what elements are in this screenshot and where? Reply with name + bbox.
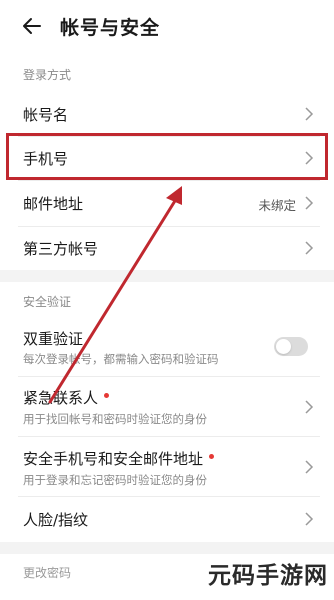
row-label-text: 安全手机号和安全邮件地址	[23, 450, 204, 468]
row-subtitle: 每次登录帐号，都需输入密码和验证码	[23, 352, 219, 366]
row-face-fingerprint[interactable]: 人脸/指纹	[0, 496, 334, 542]
chevron-right-icon	[305, 460, 314, 474]
row-label: 第三方帐号	[23, 240, 99, 258]
chevron-right-icon	[305, 241, 314, 255]
notification-dot	[104, 393, 110, 398]
back-arrow-icon[interactable]	[18, 11, 48, 41]
toggle-knob	[276, 339, 291, 354]
row-emergency-contact[interactable]: 紧急联系人 用于找回帐号和密码时验证您的身份	[0, 376, 334, 436]
row-label: 紧急联系人	[23, 387, 110, 408]
section-label-security: 安全验证	[23, 295, 72, 309]
chevron-right-icon	[305, 196, 314, 210]
watermark-text: 元码手游网	[208, 563, 328, 589]
section-gap	[0, 270, 334, 282]
section-gap	[0, 542, 334, 554]
watermark: 元码手游网	[208, 556, 328, 590]
row-two-factor[interactable]: 双重验证 每次登录帐号，都需输入密码和验证码	[0, 318, 334, 376]
highlight-box	[6, 133, 328, 180]
chevron-right-icon	[305, 107, 314, 121]
row-label-text: 紧急联系人	[23, 389, 99, 407]
row-label: 人脸/指纹	[23, 511, 89, 529]
row-email-address[interactable]: 邮件地址 未绑定	[0, 180, 334, 226]
notification-dot	[209, 454, 215, 459]
chevron-right-icon	[305, 400, 314, 414]
row-subtitle: 用于登录和忘记密码时验证您的身份	[23, 473, 207, 487]
email-status-value: 未绑定	[258, 198, 296, 213]
two-factor-toggle[interactable]	[274, 337, 308, 356]
row-label: 安全手机号和安全邮件地址	[23, 448, 215, 469]
header-bar: 帐号与安全	[0, 0, 334, 52]
row-secure-phone-email[interactable]: 安全手机号和安全邮件地址 用于登录和忘记密码时验证您的身份	[0, 436, 334, 496]
row-label: 邮件地址	[23, 195, 84, 213]
chevron-right-icon	[305, 512, 314, 526]
row-label: 双重验证	[23, 330, 84, 348]
row-label: 帐号名	[23, 106, 69, 124]
page-title: 帐号与安全	[60, 17, 161, 39]
row-subtitle: 用于找回帐号和密码时验证您的身份	[23, 412, 207, 426]
change-password-label[interactable]: 更改密码	[23, 564, 71, 581]
row-account-name[interactable]: 帐号名	[0, 92, 334, 136]
section-label-login: 登录方式	[23, 68, 72, 82]
row-third-party-accounts[interactable]: 第三方帐号	[0, 226, 334, 270]
